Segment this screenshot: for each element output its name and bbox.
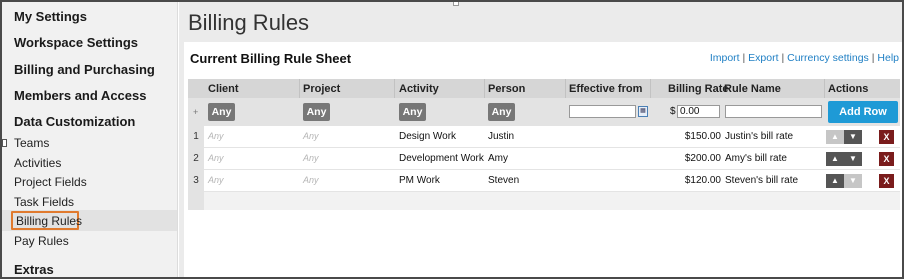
sidebar-item-project-fields[interactable]: Project Fields <box>14 175 87 189</box>
sidebar-section-my-settings[interactable]: My Settings <box>14 9 87 24</box>
column-divider <box>299 79 300 98</box>
row-billing-rate[interactable]: $120.00 <box>621 175 721 186</box>
column-divider <box>565 79 566 98</box>
sidebar-item-billing-rules[interactable]: Billing Rules <box>16 214 82 228</box>
sidebar-section-billing-and-purchasing[interactable]: Billing and Purchasing <box>14 62 155 77</box>
row-rule-name[interactable]: Justin's bill rate <box>725 131 793 142</box>
main-content: Billing Rules Current Billing Rule Sheet… <box>179 2 902 277</box>
column-divider <box>394 79 395 98</box>
move-up-icon[interactable]: ▲ <box>826 152 844 166</box>
move-down-icon: ▼ <box>844 174 862 188</box>
link-separator: | <box>742 52 746 64</box>
row-number: 1 <box>188 126 204 148</box>
rule-name-input[interactable] <box>725 105 822 118</box>
row-number: 3 <box>188 170 204 192</box>
row-client[interactable]: Any <box>208 175 224 185</box>
sidebar-item-teams[interactable]: Teams <box>14 136 49 150</box>
row-project[interactable]: Any <box>303 131 319 141</box>
project-any-button[interactable]: Any <box>303 103 330 121</box>
column-header-actions: Actions <box>828 83 869 95</box>
row-rule-name[interactable]: Steven's bill rate <box>725 175 798 186</box>
sidebar-section-data-customization[interactable]: Data Customization <box>14 114 135 129</box>
currency-settings-link[interactable]: Currency settings <box>787 52 869 64</box>
table-row: 2 Any Any Development Work Amy $200.00 A… <box>188 148 900 170</box>
row-activity[interactable]: PM Work <box>399 175 440 186</box>
add-row-plus-icon: + <box>193 107 199 117</box>
help-link[interactable]: Help <box>877 52 899 64</box>
sidebar-section-members-and-access[interactable]: Members and Access <box>14 88 146 103</box>
calendar-icon[interactable]: ▦ <box>638 106 648 117</box>
import-link[interactable]: Import <box>710 52 740 64</box>
sidebar-item-pay-rules[interactable]: Pay Rules <box>14 234 69 248</box>
row-number-gutter <box>188 192 204 210</box>
row-person[interactable]: Justin <box>488 131 514 142</box>
activity-any-button[interactable]: Any <box>399 103 426 121</box>
currency-symbol: $ <box>670 106 676 117</box>
move-up-icon: ▲ <box>826 130 844 144</box>
link-separator: | <box>781 52 785 64</box>
column-header-activity: Activity <box>399 83 439 95</box>
sidebar-section-extras[interactable]: Extras <box>14 262 54 277</box>
row-client[interactable]: Any <box>208 153 224 163</box>
billing-rule-panel: Current Billing Rule Sheet Import | Expo… <box>184 42 902 277</box>
delete-row-button[interactable]: X <box>879 174 894 188</box>
row-client[interactable]: Any <box>208 131 224 141</box>
settings-sidebar: My Settings Workspace Settings Billing a… <box>2 2 178 277</box>
add-row-button[interactable]: Add Row <box>828 101 898 123</box>
sheet-links: Import | Export | Currency settings | He… <box>710 52 899 64</box>
table-header: Client Project Activity Person Effective… <box>188 79 900 98</box>
row-person[interactable]: Amy <box>488 153 508 164</box>
move-down-icon[interactable]: ▼ <box>844 130 862 144</box>
column-divider <box>824 79 825 98</box>
move-down-icon[interactable]: ▼ <box>844 152 862 166</box>
sidebar-item-task-fields[interactable]: Task Fields <box>14 195 74 209</box>
row-billing-rate[interactable]: $150.00 <box>621 131 721 142</box>
client-any-button[interactable]: Any <box>208 103 235 121</box>
column-header-client: Client <box>208 83 239 95</box>
sidebar-section-workspace-settings[interactable]: Workspace Settings <box>14 35 138 50</box>
row-project[interactable]: Any <box>303 175 319 185</box>
row-billing-rate[interactable]: $200.00 <box>621 153 721 164</box>
row-rule-name[interactable]: Amy's bill rate <box>725 153 787 164</box>
column-header-rule-name: Rule Name <box>724 83 781 95</box>
column-divider <box>650 79 651 98</box>
link-separator: | <box>871 52 875 64</box>
expand-marker-icon <box>2 139 7 147</box>
delete-row-button[interactable]: X <box>879 130 894 144</box>
column-divider <box>484 79 485 98</box>
row-activity[interactable]: Design Work <box>399 131 456 142</box>
table-row: 1 Any Any Design Work Justin $150.00 Jus… <box>188 126 900 148</box>
billing-rules-table: Client Project Activity Person Effective… <box>188 79 900 210</box>
column-header-project: Project <box>303 83 341 95</box>
move-up-icon[interactable]: ▲ <box>826 174 844 188</box>
sheet-title: Current Billing Rule Sheet <box>190 51 352 66</box>
page-title: Billing Rules <box>188 10 310 35</box>
row-project[interactable]: Any <box>303 153 319 163</box>
delete-row-button[interactable]: X <box>879 152 894 166</box>
sidebar-item-activities[interactable]: Activities <box>14 156 61 170</box>
app-window: My Settings Workspace Settings Billing a… <box>0 0 904 279</box>
person-any-button[interactable]: Any <box>488 103 515 121</box>
column-header-effective-from: Effective from <box>569 83 643 95</box>
table-row: 3 Any Any PM Work Steven $120.00 Steven'… <box>188 170 900 192</box>
row-activity[interactable]: Development Work <box>399 153 484 164</box>
column-header-person: Person <box>488 83 526 95</box>
empty-row <box>188 192 900 210</box>
resize-handle-icon[interactable] <box>453 2 459 6</box>
row-person[interactable]: Steven <box>488 175 519 186</box>
export-link[interactable]: Export <box>748 52 778 64</box>
effective-from-input[interactable] <box>569 105 636 118</box>
row-number: 2 <box>188 148 204 170</box>
column-header-billing-rate: Billing Rate <box>668 83 729 95</box>
billing-rate-input[interactable]: 0.00 <box>677 105 720 118</box>
